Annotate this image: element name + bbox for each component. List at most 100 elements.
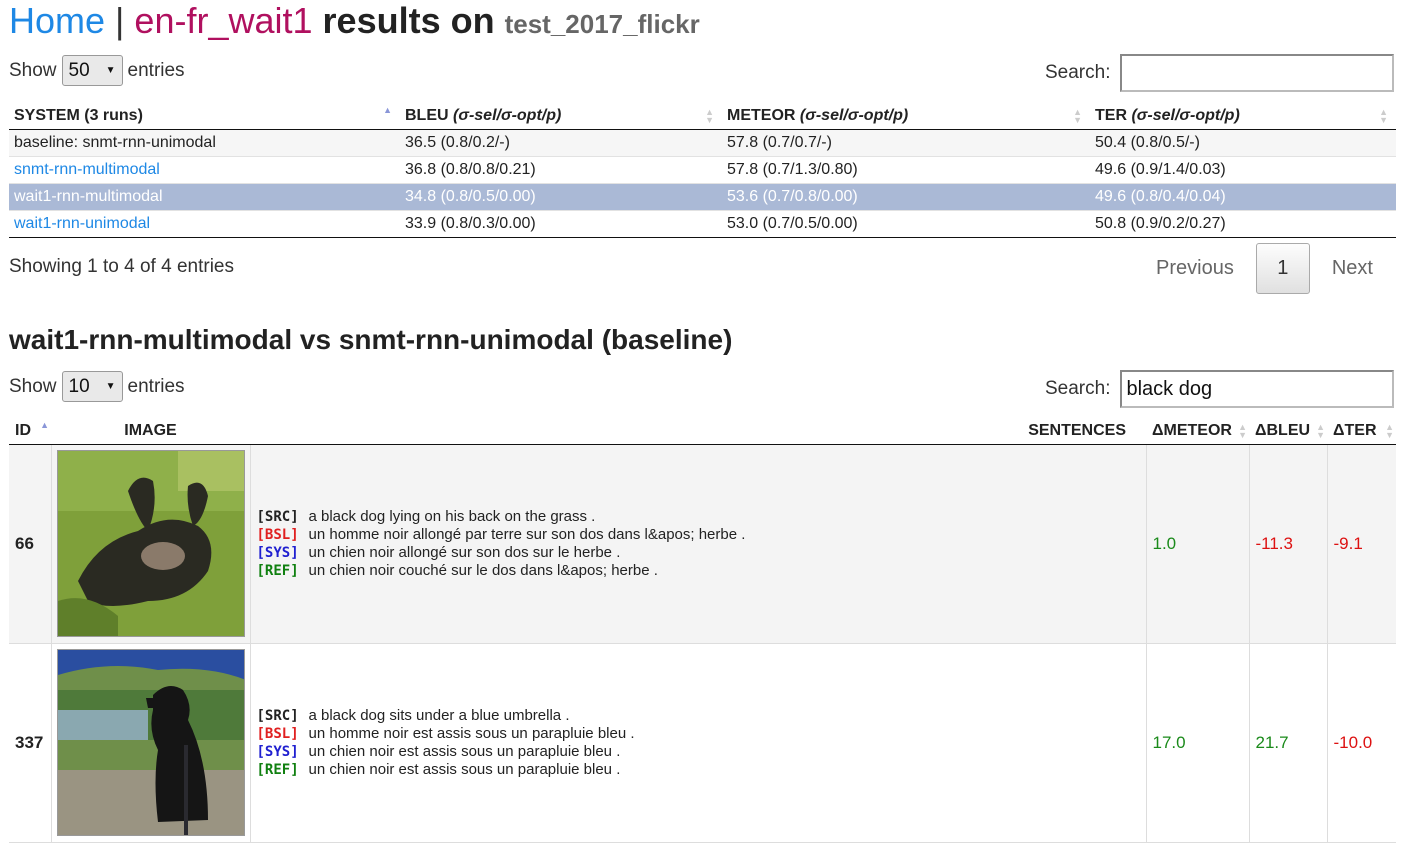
next-button[interactable]: Next	[1310, 243, 1395, 294]
task-name: en-fr_wait1	[134, 0, 313, 41]
sentence-block: [SRC] a black dog lying on his back on th…	[257, 508, 1140, 580]
sort-both-icon: ▲ ▼	[1238, 422, 1247, 440]
dataset-name: test_2017_flickr	[504, 9, 700, 39]
table-row-selected[interactable]: wait1-rnn-multimodal 34.8 (0.8/0.5/0.00)…	[9, 182, 1396, 210]
system-link[interactable]: wait1-rnn-unimodal	[14, 215, 150, 232]
page-length-value: 50	[68, 59, 90, 81]
bleu-cell: 34.8 (0.8/0.5/0.00)	[400, 182, 722, 210]
ref-sentence: un chien noir est assis sous un paraplui…	[308, 760, 621, 778]
ter-cell: 50.4 (0.8/0.5/-)	[1090, 128, 1396, 156]
sentence-block: [SRC] a black dog sits under a blue umbre…	[257, 707, 1140, 779]
table-row[interactable]: snmt-rnn-multimodal 36.8 (0.8/0.8/0.21) …	[9, 155, 1396, 183]
meteor-cell: 53.0 (0.7/0.5/0.00)	[722, 209, 1090, 238]
sentences-cell: [SRC] a black dog sits under a blue umbre…	[250, 643, 1147, 843]
sort-asc-icon: ▲	[40, 420, 49, 430]
col-dbleu-label: ΔBLEU	[1255, 421, 1311, 439]
system-cell: baseline: snmt-rnn-unimodal	[9, 128, 400, 156]
col-meteor[interactable]: METEOR (σ-sel/σ-opt/p) ▲ ▼	[722, 103, 1090, 130]
src-sentence: a black dog sits under a blue umbrella .	[308, 706, 570, 724]
dmeteor-cell: 1.0	[1146, 444, 1250, 644]
col-id[interactable]: ID ▲	[9, 418, 51, 445]
chevron-down-icon: ▼	[105, 381, 116, 392]
search-input[interactable]: black dog	[1120, 370, 1395, 408]
col-dter-label: ΔTER	[1333, 421, 1377, 439]
col-dter[interactable]: ΔTER ▲ ▼	[1327, 418, 1396, 445]
home-link[interactable]: Home	[9, 0, 105, 41]
col-ter[interactable]: TER (σ-sel/σ-opt/p) ▲ ▼	[1090, 103, 1396, 130]
system-link[interactable]: snmt-rnn-multimodal	[14, 161, 160, 178]
col-bleu-sub: (σ-sel/σ-opt/p)	[453, 106, 562, 124]
col-dmeteor-label: ΔMETEOR	[1152, 421, 1232, 439]
sys-sentence: un chien noir allongé sur son dos sur le…	[308, 543, 621, 561]
systems-table: SYSTEM (3 runs) ▲ BLEU (σ-sel/σ-opt/p) ▲ ▼ …	[9, 103, 1396, 238]
search-input[interactable]	[1120, 54, 1395, 92]
dmeteor-cell: 17.0	[1146, 643, 1250, 843]
previous-button[interactable]: Previous	[1134, 243, 1256, 294]
id-cell: 337	[9, 643, 52, 843]
col-ter-label: TER	[1095, 106, 1132, 124]
sort-both-icon: ▲ ▼	[1073, 107, 1082, 125]
table-row[interactable]: 66 [SRC] a black dog lying on his back o…	[9, 444, 1396, 644]
col-meteor-label: METEOR	[727, 106, 800, 124]
page-length-value: 10	[68, 375, 90, 397]
ter-cell: 49.6 (0.8/0.4/0.04)	[1090, 182, 1396, 210]
search-2: Search: black dog	[1045, 370, 1395, 408]
col-dmeteor[interactable]: ΔMETEOR ▲ ▼	[1146, 418, 1249, 445]
bsl-sentence: un homme noir est assis sous un paraplui…	[308, 724, 635, 742]
col-bleu[interactable]: BLEU (σ-sel/σ-opt/p) ▲ ▼	[400, 103, 722, 130]
title-results-on: results on	[322, 0, 495, 41]
page-1-button[interactable]: 1	[1255, 243, 1310, 294]
dter-cell: -9.1	[1327, 444, 1396, 644]
col-id-label: ID	[15, 421, 31, 439]
search-1: Search:	[1045, 54, 1395, 92]
table-row[interactable]: wait1-rnn-unimodal 33.9 (0.8/0.3/0.00) 5…	[9, 209, 1396, 238]
page-length-select[interactable]: 10 ▼	[61, 371, 123, 402]
sentences-cell: [SRC] a black dog lying on his back on th…	[250, 444, 1147, 644]
image-cell	[51, 444, 251, 644]
meteor-cell: 57.8 (0.7/1.3/0.80)	[722, 155, 1090, 183]
ref-sentence: un chien noir couché sur le dos dans l&a…	[308, 561, 658, 579]
id-cell: 66	[9, 444, 52, 644]
meteor-cell: 57.8 (0.7/0.7/-)	[722, 128, 1090, 156]
system-link[interactable]: wait1-rnn-multimodal	[14, 188, 163, 205]
col-system[interactable]: SYSTEM (3 runs) ▲	[9, 103, 400, 130]
sys-sentence: un chien noir est assis sous un paraplui…	[308, 742, 621, 760]
image-cell	[51, 643, 251, 843]
sort-asc-icon: ▲	[383, 105, 392, 115]
comparison-title: wait1-rnn-multimodal vs snmt-rnn-unimoda…	[9, 324, 733, 355]
sys-tag: [SYS]	[256, 544, 299, 561]
system-cell: wait1-rnn-multimodal	[9, 182, 400, 210]
bsl-sentence: un homme noir allongé par terre sur son …	[308, 525, 746, 543]
sort-both-icon: ▲ ▼	[1379, 107, 1388, 125]
sort-both-icon: ▲ ▼	[1385, 422, 1394, 440]
bleu-cell: 33.9 (0.8/0.3/0.00)	[400, 209, 722, 238]
comparison-table: ID ▲ IMAGE SENTENCES ΔMETEOR ▲ ▼ ΔBLEU ▲ ▼ ΔT…	[9, 418, 1396, 843]
col-sentences: SENTENCES	[250, 418, 1146, 445]
search-label: Search:	[1045, 378, 1111, 399]
dog-grass-image[interactable]	[56, 450, 245, 637]
pagination: Previous 1 Next	[1134, 243, 1395, 294]
ref-tag: [REF]	[256, 562, 299, 579]
entries-label: entries	[127, 375, 185, 397]
title-separator: |	[115, 0, 125, 41]
table-info: Showing 1 to 4 of 4 entries	[9, 256, 234, 277]
ter-cell: 50.8 (0.9/0.2/0.27)	[1090, 209, 1396, 238]
page-length-select[interactable]: 50 ▼	[61, 55, 123, 86]
bleu-cell: 36.5 (0.8/0.2/-)	[400, 128, 722, 156]
system-cell: wait1-rnn-unimodal	[9, 209, 400, 238]
table-row[interactable]: baseline: snmt-rnn-unimodal 36.5 (0.8/0.…	[9, 128, 1396, 156]
sys-tag: [SYS]	[256, 743, 299, 760]
col-dbleu[interactable]: ΔBLEU ▲ ▼	[1249, 418, 1327, 445]
col-meteor-sub: (σ-sel/σ-opt/p)	[799, 106, 909, 124]
chevron-down-icon: ▼	[105, 65, 116, 76]
bleu-cell: 36.8 (0.8/0.8/0.21)	[400, 155, 722, 183]
show-label: Show	[9, 375, 57, 397]
dog-umbrella-image[interactable]	[56, 649, 245, 836]
dbleu-cell: 21.7	[1249, 643, 1328, 843]
page-title: Home | en-fr_wait1 results on test_2017_…	[9, 0, 700, 42]
table-row[interactable]: 337 [SRC] a black dog sits under a blue …	[9, 643, 1396, 843]
bsl-tag: [BSL]	[256, 526, 299, 543]
src-tag: [SRC]	[256, 707, 299, 724]
show-entries-1: Show 50 ▼ entries	[9, 55, 185, 86]
dbleu-cell: -11.3	[1249, 444, 1328, 644]
